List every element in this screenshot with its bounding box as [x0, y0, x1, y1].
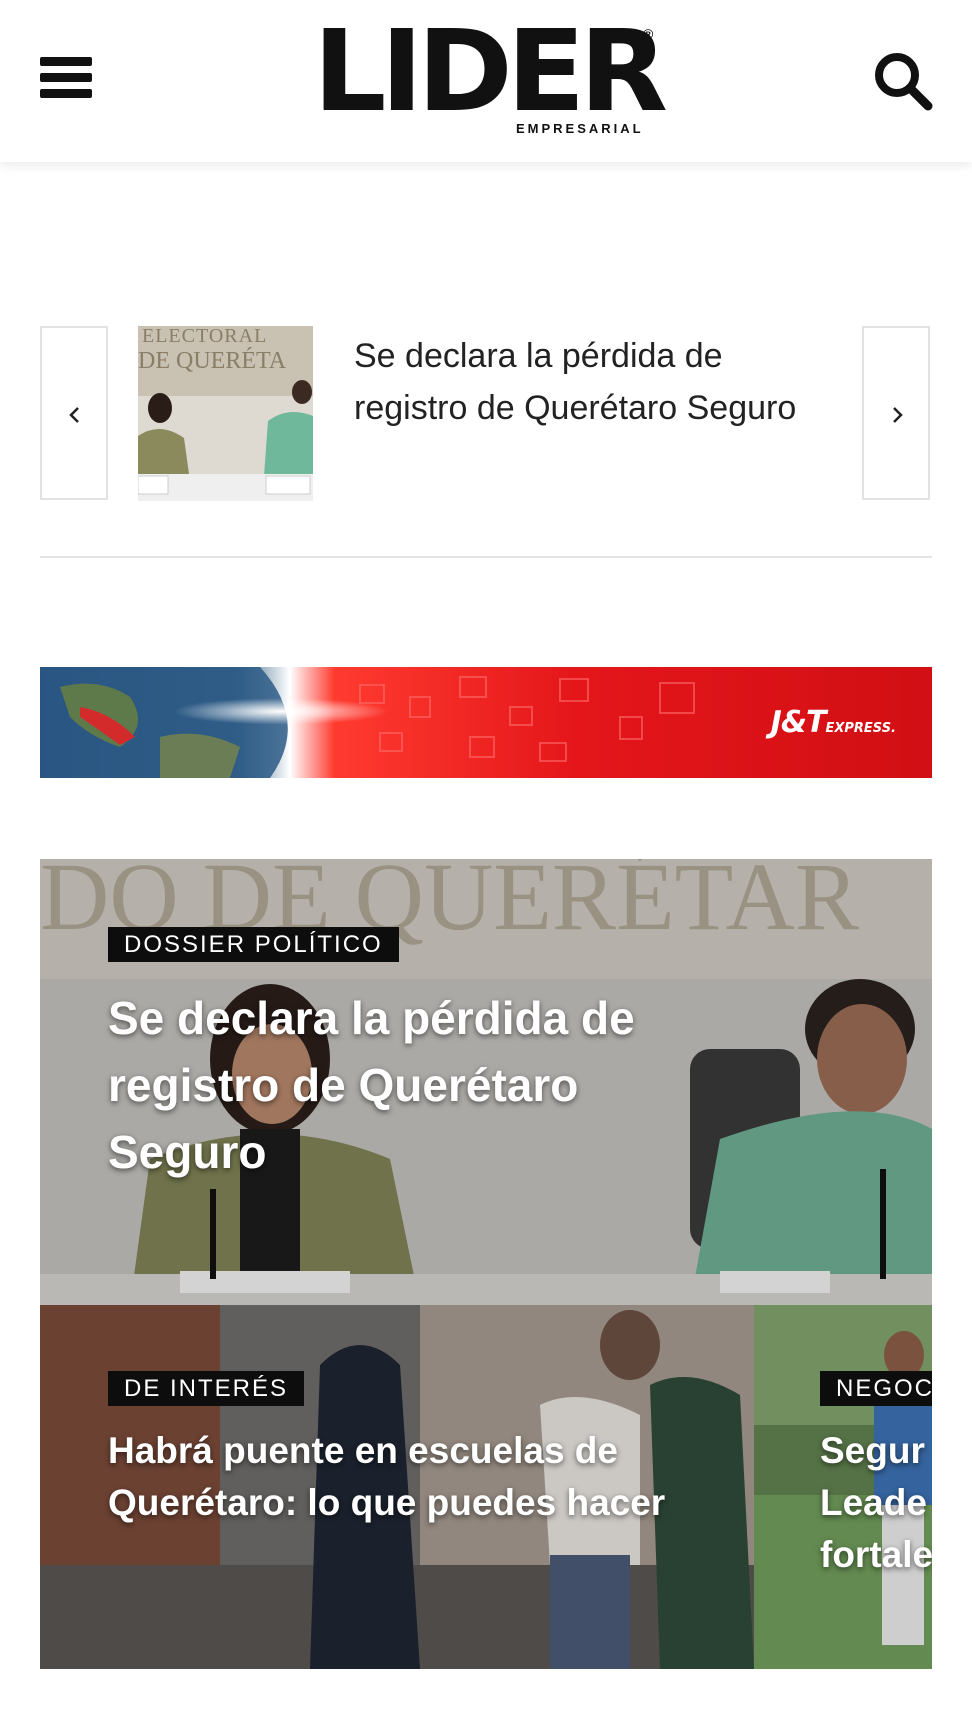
search-icon[interactable]	[872, 50, 934, 112]
article-card[interactable]: NEGOC Segur Leade fortale	[754, 1305, 932, 1669]
featured-headline[interactable]: Se declara la pérdida de registro de Que…	[108, 985, 708, 1186]
article-headline[interactable]: Habrá puente en escuelas de Querétaro: l…	[108, 1425, 728, 1529]
ad-banner[interactable]: J&TEXPRESS.	[40, 667, 932, 778]
chevron-right-icon	[893, 407, 903, 423]
article-card[interactable]: DE INTERÉS Habrá puente en escuelas de Q…	[40, 1305, 754, 1669]
svg-text:DE QUERÉTA: DE QUERÉTA	[138, 348, 287, 374]
article-headline[interactable]: Segur Leade fortale	[820, 1425, 932, 1581]
category-badge[interactable]: NEGOC	[820, 1371, 932, 1406]
category-badge[interactable]: DE INTERÉS	[108, 1371, 305, 1406]
logo-text: LIDER	[313, 7, 668, 137]
featured-article[interactable]: DO DE QUERÉTAR DOSSIER POLÍTICO Se decla…	[40, 859, 932, 1305]
slide-title[interactable]: Se declara la pérdida de registro de Que…	[354, 330, 804, 434]
slider-next-button[interactable]	[862, 326, 930, 500]
site-header: LIDER ® EMPRESARIAL	[0, 0, 972, 162]
section-divider	[40, 556, 932, 558]
ad-brand-logo: J&TEXPRESS.	[770, 705, 896, 740]
category-badge[interactable]: DOSSIER POLÍTICO	[108, 927, 399, 962]
news-ticker-slider: ELECTORAL DE QUERÉTA Se declara la pérdi…	[40, 326, 932, 502]
slider-prev-button[interactable]	[40, 326, 108, 500]
svg-text:ELECTORAL: ELECTORAL	[142, 326, 267, 347]
site-logo[interactable]: LIDER ® EMPRESARIAL	[313, 16, 668, 140]
logo-subtext: EMPRESARIAL	[516, 121, 644, 136]
chevron-left-icon	[69, 407, 79, 423]
hamburger-menu-icon[interactable]	[40, 57, 92, 99]
logo-registered-mark: ®	[643, 26, 654, 42]
slide-thumbnail[interactable]: ELECTORAL DE QUERÉTA	[138, 326, 313, 501]
